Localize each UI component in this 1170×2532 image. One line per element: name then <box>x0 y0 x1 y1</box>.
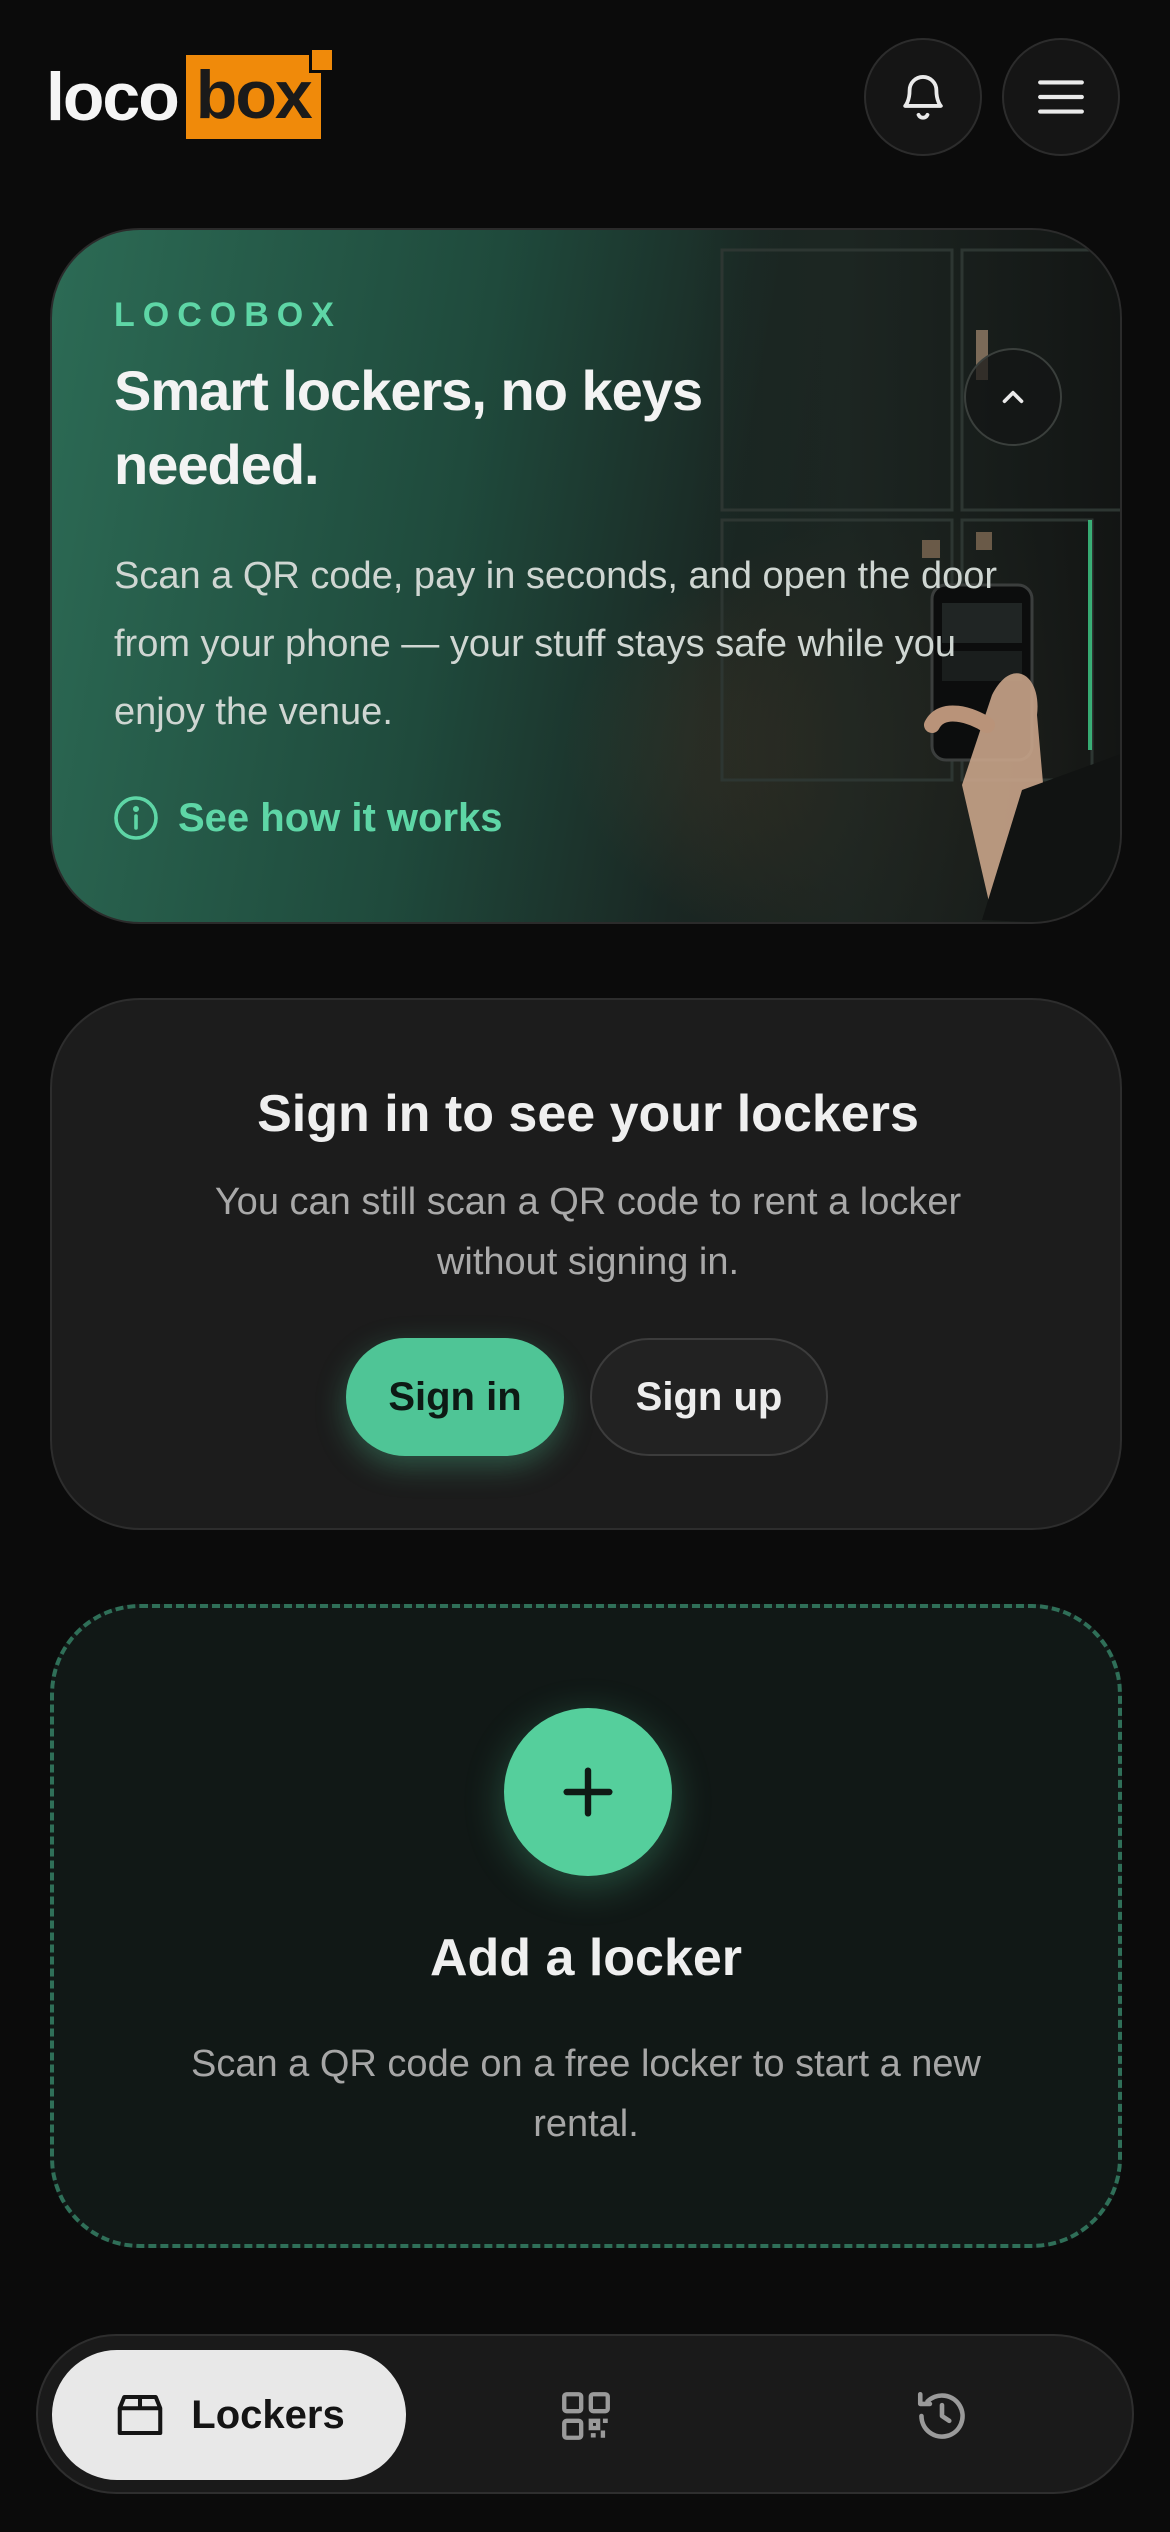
add-locker-button[interactable] <box>504 1708 672 1876</box>
menu-button[interactable] <box>1002 38 1120 156</box>
nav-tab-lockers-label: Lockers <box>191 2392 345 2437</box>
nav-tab-lockers[interactable]: Lockers <box>52 2350 406 2480</box>
nav-tab-history[interactable] <box>898 2372 986 2460</box>
bottom-navigation: Lockers <box>36 2334 1134 2494</box>
logo-text-loco: loco <box>46 59 180 135</box>
chevron-up-icon <box>1002 390 1024 404</box>
app-screen: loco box LOCOBOX Smart lockers, no keys … <box>0 0 1170 2532</box>
signin-subtitle: You can still scan a QR code to rent a l… <box>214 1181 962 1283</box>
qr-code-icon <box>562 2392 610 2440</box>
nav-tab-scan[interactable] <box>542 2372 630 2460</box>
info-circle-icon <box>114 796 158 840</box>
hero-description: Scan a QR code, pay in seconds, and open… <box>114 555 998 733</box>
see-how-it-works-link[interactable]: See how it works <box>112 794 503 842</box>
add-locker-title: Add a locker <box>429 1929 743 1987</box>
logo-text-box: box <box>185 47 335 139</box>
sign-up-button[interactable]: Sign up <box>590 1338 828 1456</box>
box-icon <box>118 2394 163 2436</box>
hero-eyebrow: LOCOBOX <box>114 296 342 334</box>
hero-card: LOCOBOX Smart lockers, no keys needed. S… <box>50 228 1122 924</box>
locobox-logo[interactable]: loco box <box>46 47 335 140</box>
hamburger-menu-icon <box>1038 80 1084 114</box>
plus-icon <box>563 1767 613 1817</box>
add-locker-subtitle: Scan a QR code on a free locker to start… <box>191 2043 981 2145</box>
sign-in-button[interactable]: Sign in <box>346 1338 564 1456</box>
top-bar: loco box <box>0 0 1170 200</box>
hero-title: Smart lockers, no keys needed. <box>114 359 703 496</box>
notifications-button[interactable] <box>864 38 982 156</box>
bell-icon <box>903 75 943 120</box>
signin-card: Sign in to see your lockers You can stil… <box>50 998 1122 1530</box>
signin-title: Sign in to see your lockers <box>257 1085 919 1143</box>
see-how-it-works-label: See how it works <box>178 795 503 840</box>
history-icon <box>917 2391 965 2439</box>
collapse-hero-button[interactable] <box>964 348 1062 446</box>
add-locker-card[interactable]: Add a locker Scan a QR code on a free lo… <box>50 1604 1122 2248</box>
